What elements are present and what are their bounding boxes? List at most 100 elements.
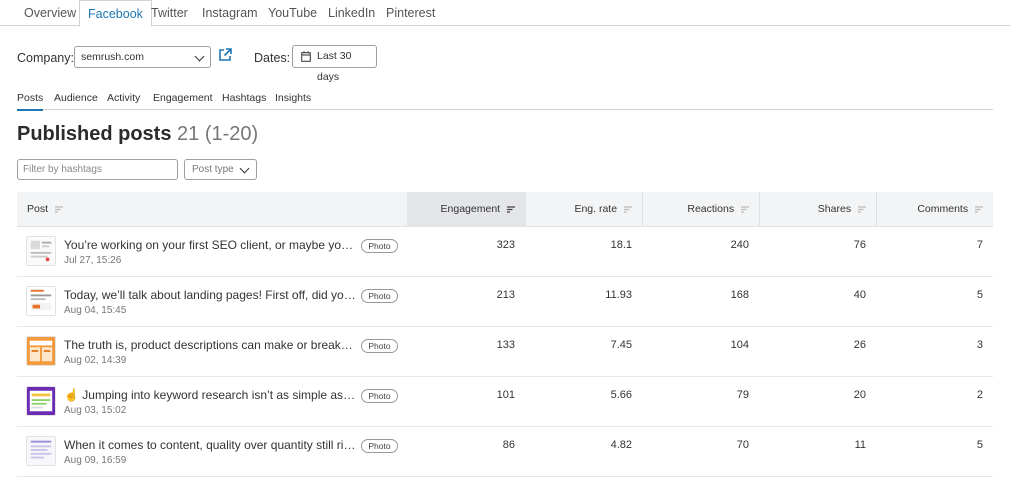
- engagement-value: 86: [502, 439, 515, 451]
- comments-value: 2: [976, 389, 983, 401]
- calendar-icon: [301, 51, 311, 62]
- tab-overview[interactable]: Overview: [16, 0, 84, 26]
- comments-value: 7: [976, 239, 983, 251]
- reactions-value: 79: [736, 389, 749, 401]
- sort-icon: [54, 206, 63, 213]
- shares-value: 76: [853, 239, 866, 251]
- post-type-badge: Photo: [361, 289, 398, 303]
- sort-icon: [507, 206, 515, 213]
- column-label: Comments: [917, 203, 969, 215]
- post-type-badge: Photo: [361, 389, 398, 403]
- post-text[interactable]: The truth is, product descriptions can m…: [64, 338, 356, 352]
- column-header-reactions[interactable]: Reactions: [642, 192, 759, 227]
- engagement-value: 323: [496, 239, 515, 251]
- dates-value: Last 30 days: [317, 50, 352, 83]
- reactions-value: 104: [730, 339, 749, 351]
- page-title: Published posts 21 (1-20): [17, 123, 258, 146]
- column-label: Shares: [817, 203, 852, 215]
- table-row[interactable]: You’re working on your first SEO client,…: [17, 227, 993, 277]
- company-label: Company:: [17, 51, 74, 65]
- comments-value: 5: [976, 439, 983, 451]
- platform-tabs: Overview Facebook Twitter Instagram YouT…: [0, 0, 1010, 27]
- engagement-value: 101: [496, 389, 515, 401]
- column-label: Engagement: [440, 203, 501, 215]
- eng-rate-value: 18.1: [610, 239, 632, 251]
- post-thumbnail: [26, 386, 56, 416]
- post-date: Aug 03, 15:02: [64, 405, 127, 416]
- post-type-badge: Photo: [361, 439, 398, 453]
- table-row[interactable]: When it comes to content, quality over q…: [17, 427, 993, 477]
- company-select[interactable]: semrush.com: [74, 46, 211, 68]
- comments-value: 5: [976, 289, 983, 301]
- column-label: Reactions: [687, 203, 735, 215]
- sort-icon: [741, 206, 749, 213]
- tab-pinterest[interactable]: Pinterest: [378, 0, 443, 26]
- shares-value: 40: [853, 289, 866, 301]
- chevron-down-icon: [194, 51, 205, 62]
- eng-rate-value: 7.45: [610, 339, 632, 351]
- post-text[interactable]: Today, we’ll talk about landing pages! F…: [64, 288, 356, 302]
- tab-audience[interactable]: Audience: [54, 92, 98, 104]
- tab-twitter[interactable]: Twitter: [143, 0, 196, 26]
- table-row[interactable]: The truth is, product descriptions can m…: [17, 327, 993, 377]
- post-type-badge: Photo: [361, 239, 398, 253]
- shares-value: 26: [853, 339, 866, 351]
- table-row[interactable]: Today, we’ll talk about landing pages! F…: [17, 277, 993, 327]
- shares-value: 11: [854, 439, 866, 451]
- column-label: Eng. rate: [574, 203, 618, 215]
- shares-value: 20: [853, 389, 866, 401]
- tab-insights[interactable]: Insights: [275, 92, 311, 104]
- post-count: 21 (1-20): [177, 123, 259, 145]
- posts-table-body: You’re working on your first SEO client,…: [17, 227, 993, 477]
- reactions-value: 70: [736, 439, 749, 451]
- post-thumbnail: [26, 336, 56, 366]
- post-type-select[interactable]: Post type: [184, 159, 257, 180]
- column-label: Post: [27, 203, 49, 215]
- eng-rate-value: 4.82: [610, 439, 632, 451]
- post-type-label: Post type: [192, 164, 234, 175]
- engagement-value: 213: [496, 289, 515, 301]
- section-tabs: Posts Audience Activity Engagement Hasht…: [17, 90, 993, 111]
- tab-engagement[interactable]: Engagement: [153, 92, 213, 104]
- post-text[interactable]: You’re working on your first SEO client,…: [64, 238, 356, 252]
- engagement-value: 133: [496, 339, 515, 351]
- post-text[interactable]: ☝️ Jumping into keyword research isn’t a…: [64, 388, 356, 402]
- eng-rate-value: 5.66: [610, 389, 632, 401]
- sort-icon: [624, 206, 632, 213]
- column-header-shares[interactable]: Shares: [759, 192, 876, 227]
- tab-facebook[interactable]: Facebook: [79, 0, 152, 27]
- post-date: Jul 27, 15:26: [64, 255, 122, 266]
- post-text[interactable]: When it comes to content, quality over q…: [64, 438, 356, 452]
- company-value: semrush.com: [81, 51, 145, 63]
- external-link-icon[interactable]: [218, 48, 232, 62]
- dates-button[interactable]: Last 30 days: [292, 45, 377, 83]
- eng-rate-value: 11.93: [605, 289, 632, 301]
- table-row[interactable]: ☝️ Jumping into keyword research isn’t a…: [17, 377, 993, 427]
- sort-icon: [975, 206, 983, 213]
- tab-linkedin[interactable]: LinkedIn: [320, 0, 383, 26]
- post-type-badge: Photo: [361, 339, 398, 353]
- tab-hashtags[interactable]: Hashtags: [222, 92, 266, 104]
- reactions-value: 240: [730, 239, 749, 251]
- page-title-text: Published posts: [17, 123, 172, 145]
- column-header-engagement[interactable]: Engagement: [407, 192, 525, 227]
- column-header-post[interactable]: Post: [27, 192, 187, 227]
- post-date: Aug 04, 15:45: [64, 305, 127, 316]
- tab-youtube[interactable]: YouTube: [260, 0, 325, 26]
- reactions-value: 168: [730, 289, 749, 301]
- column-header-eng-rate[interactable]: Eng. rate: [525, 192, 642, 227]
- post-date: Aug 02, 14:39: [64, 355, 127, 366]
- tab-posts[interactable]: Posts: [17, 92, 44, 111]
- chevron-down-icon: [239, 163, 250, 174]
- sort-icon: [858, 206, 866, 213]
- hashtag-filter-input[interactable]: [17, 159, 178, 180]
- column-header-comments[interactable]: Comments: [876, 192, 993, 227]
- tab-instagram[interactable]: Instagram: [194, 0, 266, 26]
- comments-value: 3: [976, 339, 983, 351]
- post-thumbnail: [26, 236, 56, 266]
- post-thumbnail: [26, 286, 56, 316]
- tab-activity[interactable]: Activity: [107, 92, 140, 104]
- post-thumbnail: [26, 436, 56, 466]
- dates-label: Dates:: [254, 51, 291, 65]
- post-date: Aug 09, 16:59: [64, 455, 127, 466]
